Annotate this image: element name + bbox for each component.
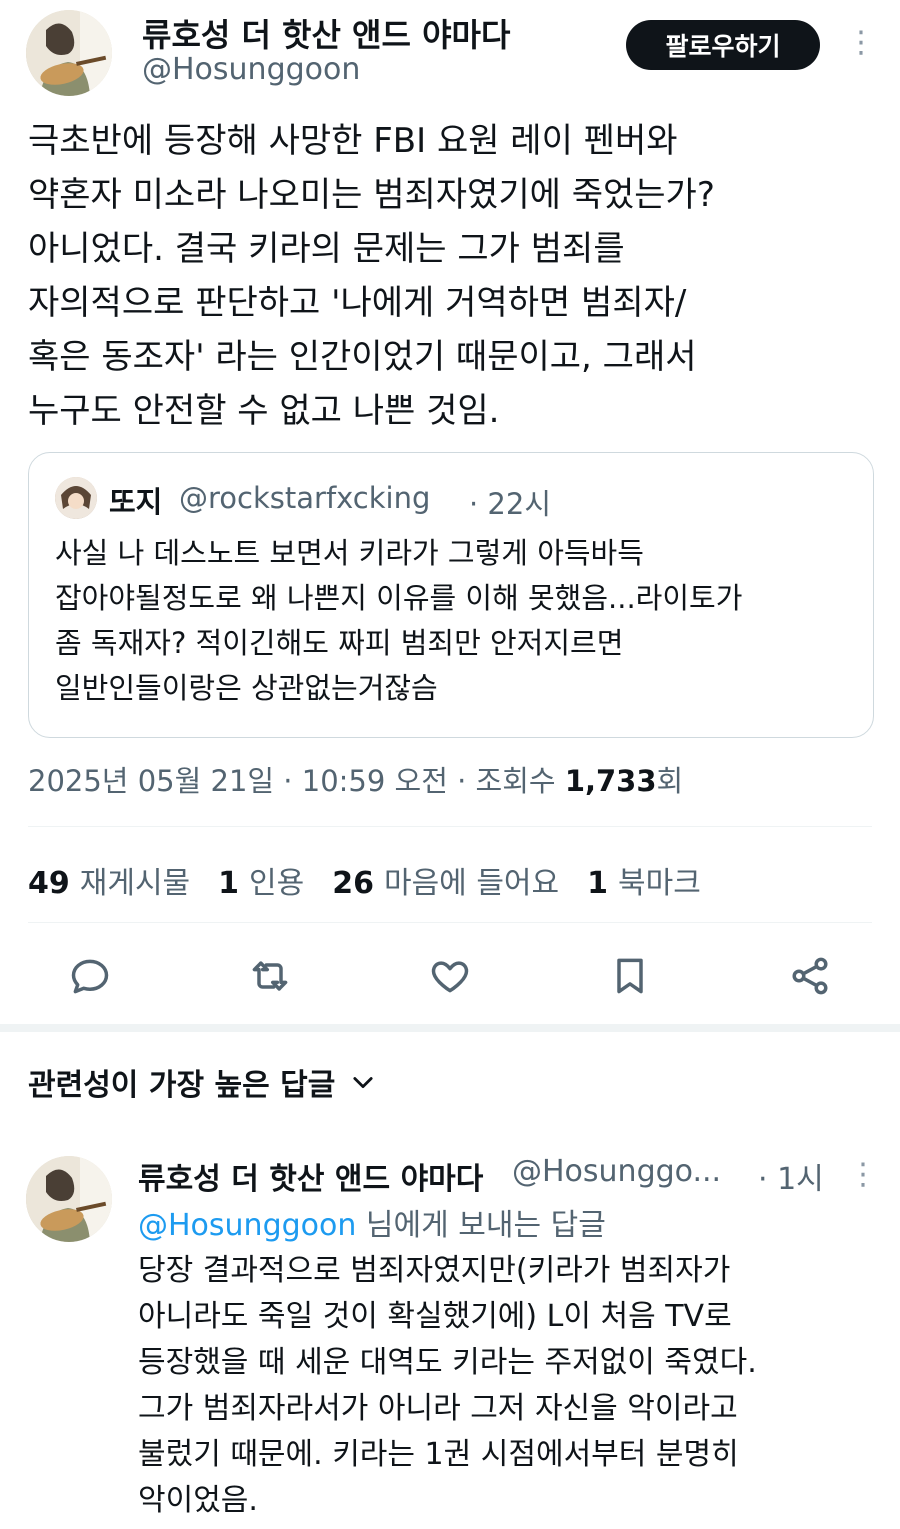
divider [28, 826, 872, 827]
reply-icon [71, 959, 109, 994]
reply-text: 당장 결과적으로 범죄자였지만(키라가 범죄자가 아니라도 죽일 것이 확실했기… [138, 1253, 757, 1518]
replying-to: @Hosunggoon 님에게 보내는 답글 [138, 1200, 606, 1244]
stat-label: 북마크 [618, 866, 701, 901]
heart-icon [431, 961, 469, 993]
divider [28, 922, 872, 923]
author-avatar[interactable] [26, 10, 112, 96]
stat-count: 1 [587, 866, 608, 901]
chevron-down-icon [353, 1077, 373, 1089]
view-count: 1,733 [564, 764, 657, 798]
author-name[interactable]: 류호성 더 핫산 앤드 야마다 [142, 10, 510, 56]
stat-label: 인용 [249, 866, 305, 901]
reply-more-options-icon[interactable]: ⋮ [848, 1160, 878, 1190]
reply-author-avatar[interactable] [26, 1156, 112, 1242]
reply-button[interactable] [60, 946, 120, 1006]
quote-author-handle: @rockstarfxcking [179, 481, 431, 515]
stat-count: 26 [332, 866, 374, 901]
reply-author-name[interactable]: 류호성 더 핫산 앤드 야마다 [138, 1154, 483, 1198]
quote-author-name: 또지 [109, 485, 163, 519]
stat-count: 1 [218, 866, 240, 901]
quote-time: · 22시 [469, 487, 552, 521]
view-suffix: 회 [656, 764, 684, 798]
quote-text: 사실 나 데스노트 보면서 키라가 그렇게 아득바득 잡아야될정도로 왜 나쁜지… [55, 536, 743, 705]
timestamp-text: 2025년 05월 21일 · 10:59 오전 · 조회수 [28, 764, 556, 798]
stat-label: 마음에 들어요 [383, 866, 560, 901]
tweet-timestamp: 2025년 05월 21일 · 10:59 오전 · 조회수 1,733회 [28, 758, 683, 800]
stat-count: 49 [28, 866, 70, 901]
like-button[interactable] [420, 946, 480, 1006]
stat-reposts[interactable]: 49 재게시물 [28, 858, 190, 902]
reply-avatar-image [26, 1156, 112, 1242]
more-options-icon[interactable]: ⋮ [846, 28, 876, 58]
tweet-text: 극초반에 등장해 사망한 FBI 요원 레이 펜버와 약혼자 미소라 나오미는 … [28, 121, 715, 431]
replies-sort-dropdown[interactable]: 관련성이 가장 높은 답글 [28, 1060, 377, 1104]
quote-author-avatar [55, 477, 97, 519]
quote-avatar-image [55, 477, 97, 519]
replying-to-link[interactable]: @Hosunggoon [138, 1208, 356, 1243]
author-handle[interactable]: @Hosunggoon [142, 52, 360, 87]
stat-label: 재게시물 [79, 866, 191, 901]
stat-likes[interactable]: 26 마음에 들어요 [332, 858, 559, 902]
reply-author-handle[interactable]: @Hosunggo... [512, 1154, 721, 1189]
retweet-button[interactable] [240, 946, 300, 1006]
replying-to-suffix: 님에게 보내는 답글 [356, 1208, 606, 1243]
follow-button[interactable]: 팔로우하기 [626, 20, 820, 70]
retweet-icon [252, 961, 288, 991]
quoted-tweet[interactable]: 또지 @rockstarfxcking · 22시 사실 나 데스노트 보면서 … [28, 452, 874, 738]
bookmark-icon [617, 958, 643, 994]
engagement-stats: 49 재게시물 1 인용 26 마음에 들어요 1 북마크 [28, 858, 701, 902]
avatar-image [26, 10, 112, 96]
stat-bookmarks[interactable]: 1 북마크 [587, 858, 701, 902]
stat-quotes[interactable]: 1 인용 [218, 858, 304, 902]
share-icon [792, 957, 828, 995]
replies-sort-label: 관련성이 가장 높은 답글 [28, 1068, 336, 1103]
share-button[interactable] [780, 946, 840, 1006]
bookmark-button[interactable] [600, 946, 660, 1006]
reply-time: · 1시 [758, 1162, 824, 1197]
section-separator [0, 1024, 900, 1032]
